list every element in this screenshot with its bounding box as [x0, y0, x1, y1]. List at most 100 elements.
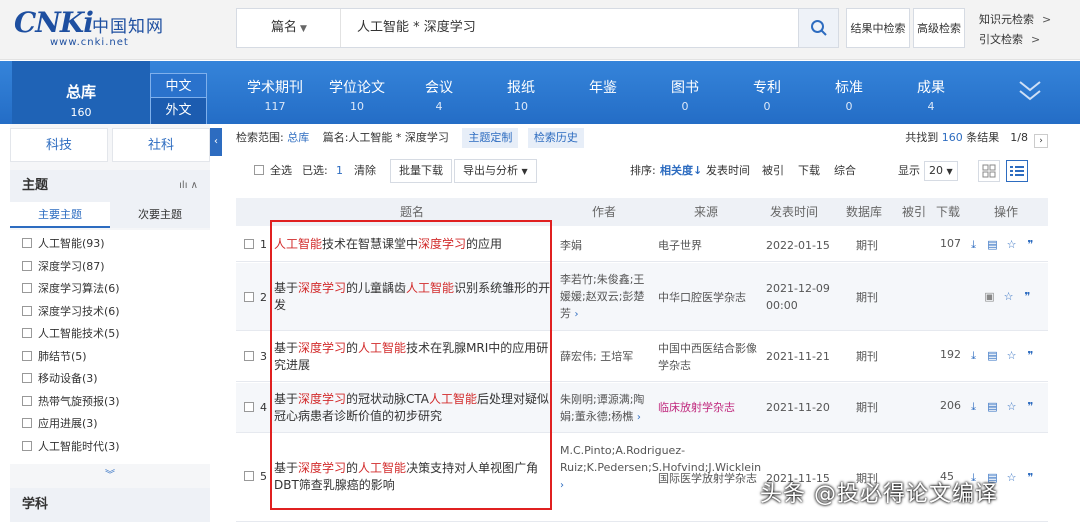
sort-composite[interactable]: 综合 [834, 156, 856, 186]
search-in-results-button[interactable]: 结果中检索 [846, 8, 910, 48]
more-authors-icon[interactable]: › [575, 309, 579, 320]
sort-relevance[interactable]: 相关度↓ [660, 156, 702, 186]
more-authors-icon[interactable]: › [560, 480, 564, 491]
result-source[interactable]: 电子世界 [658, 237, 758, 254]
checkbox[interactable] [22, 373, 32, 383]
nav-item-achievements[interactable]: 成果 4 [891, 77, 971, 113]
download-icon[interactable]: ⤓ [968, 239, 979, 250]
checkbox[interactable] [22, 261, 32, 271]
checkbox[interactable] [244, 402, 254, 412]
collapse-panel-icon[interactable]: ‹ [210, 128, 222, 156]
tab-secondary-topic[interactable]: 次要主题 [110, 202, 210, 228]
checkbox[interactable] [22, 396, 32, 406]
checkbox[interactable] [22, 306, 32, 316]
sort-date[interactable]: 发表时间 [706, 156, 750, 186]
facet-item[interactable]: 深度学习算法(6) [22, 279, 120, 299]
search-field-select[interactable]: 篇名 ▼ [237, 9, 341, 47]
result-author[interactable]: 朱刚明;谭源满;陶娟;董永德;杨樵 › [560, 391, 650, 426]
nav-item-theses[interactable]: 学位论文 10 [317, 77, 397, 113]
nav-item-journals[interactable]: 学术期刊 117 [235, 77, 315, 113]
search-input[interactable]: 人工智能 * 深度学习 [357, 9, 476, 47]
cite-icon[interactable]: ❞ [1022, 291, 1033, 302]
nav-item-books[interactable]: 图书 0 [645, 77, 725, 113]
select-all[interactable]: 全选 [254, 156, 292, 186]
nav-item-conference[interactable]: 会议 4 [399, 77, 479, 113]
tab-science[interactable]: 科技 [10, 128, 108, 162]
search-button[interactable] [798, 9, 838, 47]
sort-cited[interactable]: 被引 [762, 156, 784, 186]
result-author[interactable]: 薛宏伟; 王培军 [560, 348, 650, 365]
facet-item[interactable]: 热带气旋预报(3) [22, 392, 120, 412]
result-author[interactable]: M.C.Pinto;A.Rodriguez-Ruiz;K.Pedersen;S.… [560, 442, 761, 494]
facet-item[interactable]: 深度学习技术(6) [22, 302, 120, 322]
favorite-icon[interactable]: ☆ [1006, 401, 1017, 412]
favorite-icon[interactable]: ☆ [1006, 472, 1017, 483]
result-source[interactable]: 中国中西医结合影像学杂志 [658, 340, 758, 374]
result-source[interactable]: 国际医学放射学杂志 [658, 470, 758, 487]
favorite-icon[interactable]: ☆ [1006, 239, 1017, 250]
facet-item[interactable]: 应用进展(3) [22, 414, 98, 434]
nav-item-yearbook[interactable]: 年鉴 [563, 77, 643, 100]
nav-item-standards[interactable]: 标准 0 [809, 77, 889, 113]
cite-icon[interactable]: ❞ [1025, 401, 1036, 412]
checkbox[interactable] [22, 238, 32, 248]
cnki-logo[interactable]: CNKi 中国知网 www.cnki.net [14, 6, 174, 52]
clear-button[interactable]: 清除 [354, 156, 376, 186]
checkbox[interactable] [22, 351, 32, 361]
read-online-icon[interactable]: ▤ [987, 350, 998, 361]
row-index[interactable]: 3 [244, 350, 267, 363]
result-author[interactable]: 李若竹;朱俊鑫;王媛媛;赵双云;彭楚芳 › [560, 271, 650, 323]
download-icon[interactable]: ⤓ [968, 401, 979, 412]
favorite-icon[interactable]: ☆ [1003, 291, 1014, 302]
export-analysis-button[interactable]: 导出与分析 ▼ [454, 159, 537, 183]
grid-view-icon[interactable] [978, 160, 1000, 182]
list-view-icon[interactable] [1006, 160, 1028, 182]
checkbox[interactable] [254, 165, 264, 175]
knowledge-search-link[interactable]: 知识元检索 > [979, 11, 1051, 27]
nav-item-patents[interactable]: 专利 0 [727, 77, 807, 113]
row-index[interactable]: 2 [244, 291, 267, 304]
tab-main-topic[interactable]: 主要主题 [10, 202, 110, 228]
checkbox[interactable] [22, 328, 32, 338]
read-online-icon[interactable]: ▤ [987, 401, 998, 412]
facet-item[interactable]: 移动设备(3) [22, 369, 98, 389]
checkbox[interactable] [244, 351, 254, 361]
facet-header-subject[interactable]: 学科 [10, 488, 210, 522]
result-author[interactable]: 李娟 [560, 237, 650, 254]
facet-item[interactable]: 肺结节(5) [22, 347, 87, 367]
checkbox[interactable] [244, 292, 254, 302]
more-authors-icon[interactable]: › [637, 412, 641, 423]
facet-item[interactable]: 人工智能技术(5) [22, 324, 120, 344]
batch-download-button[interactable]: 批量下载 [390, 159, 452, 183]
checkbox[interactable] [244, 471, 254, 481]
advanced-search-button[interactable]: 高级检索 [913, 8, 965, 48]
favorite-icon[interactable]: ☆ [1006, 350, 1017, 361]
checkbox[interactable] [22, 418, 32, 428]
next-page-icon[interactable]: › [1034, 134, 1048, 148]
download-icon[interactable]: ⤓ [968, 350, 979, 361]
tab-social-science[interactable]: 社科 [112, 128, 210, 162]
cite-icon[interactable]: ❞ [1025, 350, 1036, 361]
checkbox[interactable] [22, 441, 32, 451]
row-index[interactable]: 1 [244, 238, 267, 251]
citation-search-link[interactable]: 引文检索 > [979, 31, 1040, 47]
nav-item-newspaper[interactable]: 报纸 10 [481, 77, 561, 113]
checkbox[interactable] [22, 283, 32, 293]
result-source[interactable]: 临床放射学杂志 [658, 399, 758, 416]
facet-header-topic[interactable]: 主题 ılı ∧ [10, 170, 210, 202]
sort-downloads[interactable]: 下载 [798, 156, 820, 186]
result-source[interactable]: 中华口腔医学杂志 [658, 289, 758, 306]
row-index[interactable]: 4 [244, 401, 267, 414]
facet-item[interactable]: 深度学习(87) [22, 257, 105, 277]
checkbox[interactable] [244, 239, 254, 249]
topic-custom-button[interactable]: 主题定制 [462, 128, 519, 148]
nav-total[interactable]: 总库 160 [12, 61, 150, 124]
expand-nav-icon[interactable] [1018, 78, 1042, 104]
chart-collapse-icon[interactable]: ılı ∧ [179, 170, 198, 202]
row-index[interactable]: 5 [244, 470, 267, 483]
tab-foreign[interactable]: 外文 [150, 97, 207, 125]
read-online-icon[interactable]: ▤ [987, 239, 998, 250]
facet-item[interactable]: 人工智能时代(3) [22, 437, 120, 457]
cite-icon[interactable]: ❞ [1025, 239, 1036, 250]
expand-more-icon[interactable]: ︾ [10, 466, 210, 481]
